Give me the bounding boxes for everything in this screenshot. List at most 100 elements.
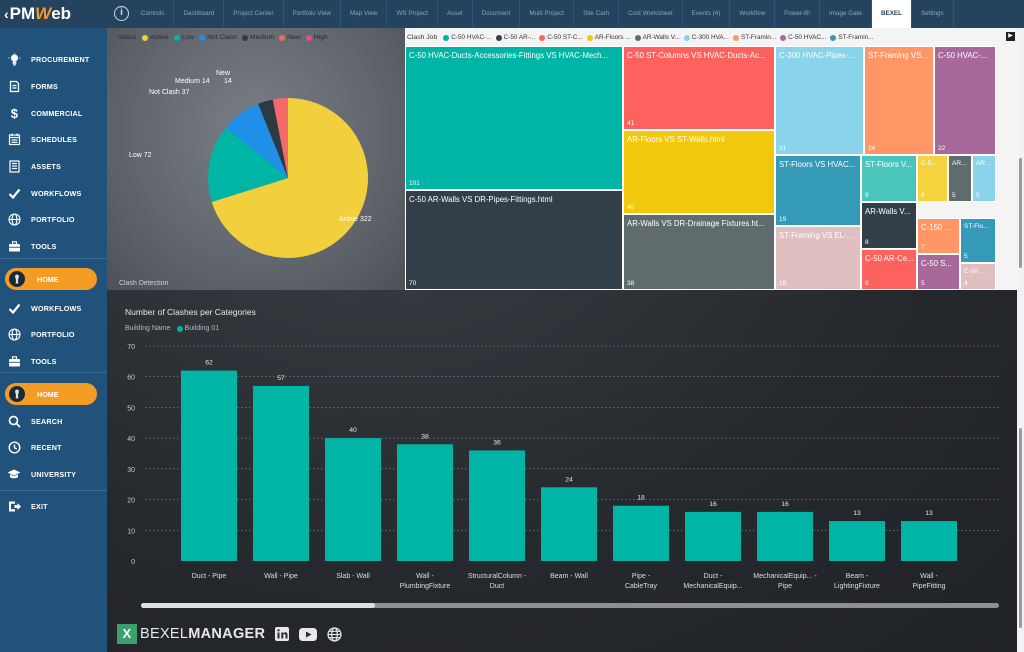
bar[interactable]: [253, 385, 309, 561]
sidebar-item-exit[interactable]: EXIT: [0, 496, 107, 516]
legend-item[interactable]: ST-Framin...: [732, 34, 776, 41]
tab-events-4-[interactable]: Events (4): [683, 0, 731, 28]
bar[interactable]: [757, 511, 813, 561]
treemap-cell[interactable]: AR... 5: [972, 155, 996, 202]
tab-asset[interactable]: Asset: [438, 0, 473, 28]
pie-data-label: Not Clash 37: [149, 89, 190, 96]
scrollbar-thumb[interactable]: [141, 603, 375, 608]
tab-ws-project[interactable]: WS Project: [387, 0, 438, 28]
sidebar: PROCUREMENT FORMS $ COMMERCIAL SCHEDULES ASSE…: [0, 28, 107, 652]
tab-bexel[interactable]: BEXEL: [871, 0, 912, 28]
treemap-cell[interactable]: C-50 S... 5: [917, 254, 960, 290]
pmweb-logo[interactable]: ‹ PM Web: [0, 0, 107, 28]
bar[interactable]: [397, 444, 453, 561]
sidebar-item-workflows[interactable]: WORKFLOWS: [0, 183, 107, 203]
vertical-scrollbar-thumb[interactable]: [1019, 158, 1022, 268]
sidebar-home-button[interactable]: HOME: [5, 383, 97, 405]
legend-item[interactable]: AR-Floors ...: [586, 34, 631, 41]
treemap-cell[interactable]: AR... 5: [948, 155, 972, 202]
tab-image-gate[interactable]: Image Gate: [820, 0, 872, 28]
graduation-cap-icon: [7, 467, 21, 481]
tab-workflow[interactable]: Workflow: [730, 0, 776, 28]
x-tick-label: MechanicalEquip... -: [753, 573, 817, 580]
treemap-cell[interactable]: C-50 HVAC-... 22: [934, 46, 996, 155]
bar-legend: Building Name Building 01: [125, 325, 224, 332]
tab-settings[interactable]: Settings: [912, 0, 954, 28]
tab-document[interactable]: Document: [473, 0, 521, 28]
sidebar-home-button[interactable]: HOME: [5, 268, 97, 290]
treemap-cell[interactable]: ST-Framing VS HV... 24: [864, 46, 934, 155]
sidebar-item-search[interactable]: SEARCH: [0, 411, 107, 431]
treemap-cell[interactable]: C-50 ST-Columns VS HVAC-Ducts-Ac... 41: [623, 46, 775, 130]
x-tick-label: Pipe -: [632, 573, 651, 580]
sidebar-item-procurement[interactable]: PROCUREMENT: [0, 49, 107, 69]
bexel-logo-mark: X: [117, 624, 137, 644]
sidebar-item-assets[interactable]: ASSETS: [0, 156, 107, 176]
linkedin-icon[interactable]: [273, 626, 291, 642]
horizontal-scrollbar[interactable]: [141, 603, 999, 608]
sidebar-item-workflows[interactable]: WORKFLOWS: [0, 298, 107, 318]
vertical-scrollbar-thumb-lower[interactable]: [1019, 428, 1022, 628]
legend-item[interactable]: C-50 HVAC...: [780, 34, 826, 41]
bar[interactable]: [541, 487, 597, 561]
tab-cost-worksheet[interactable]: Cost Worksheet: [619, 0, 683, 28]
treemap-cell[interactable]: AR-Floors VS ST-Walls.html 40: [623, 130, 775, 214]
treemap-cell[interactable]: C-300 HVAC-Pipes-... 31: [775, 46, 864, 155]
treemap-cell[interactable]: C-50 HVAC-Ducts-Accessories-Fittings VS …: [405, 46, 623, 190]
bar[interactable]: [181, 370, 237, 561]
info-icon[interactable]: i: [114, 6, 129, 21]
bar[interactable]: [613, 505, 669, 561]
tab-controls[interactable]: Controls: [132, 0, 175, 28]
treemap-cell[interactable]: AR-Walls V... 8: [861, 202, 917, 249]
legend-scroll-right-icon[interactable]: ▶: [1006, 32, 1015, 41]
bar[interactable]: [901, 521, 957, 561]
sidebar-item-recent[interactable]: RECENT: [0, 437, 107, 457]
tab-multi-project[interactable]: Multi Project: [520, 0, 575, 28]
treemap-cell[interactable]: ST-Floors VS HVAC... 19: [775, 155, 861, 226]
legend-item[interactable]: C-50 HVAC-...: [443, 34, 492, 41]
treemap-cell[interactable]: C-50 AR-Walls VS DR-Pipes-Fittings.html 7…: [405, 190, 623, 290]
tab-map-view[interactable]: Map View: [341, 0, 388, 28]
legend-item[interactable]: C-50 ST-C...: [539, 34, 583, 41]
youtube-icon[interactable]: [299, 626, 318, 642]
tab-power-bi[interactable]: Power-BI: [775, 0, 821, 28]
treemap-cell[interactable]: ST-Flo... 5: [960, 218, 996, 263]
tab-portfolio-view[interactable]: Portfolio View: [284, 0, 341, 28]
treemap-cell[interactable]: C-150 ... 7: [917, 218, 960, 254]
status-pie-chart[interactable]: [107, 28, 405, 290]
bar-legend-item[interactable]: Building 01: [176, 325, 219, 332]
sidebar-item-portfolio[interactable]: PORTFOLIO: [0, 324, 107, 344]
tab-dashboard[interactable]: Dashboard: [174, 0, 225, 28]
treemap-cell[interactable]: ST-Framing VS EL-... 18: [775, 226, 861, 290]
globe-icon[interactable]: [325, 626, 343, 642]
treemap-cell[interactable]: ST-Floors V... 9: [861, 155, 917, 202]
sidebar-item-tools[interactable]: TOOLS: [0, 351, 107, 371]
bar[interactable]: [685, 511, 741, 561]
sidebar-item-forms[interactable]: FORMS: [0, 76, 107, 96]
back-chevron-icon[interactable]: ‹: [4, 6, 9, 22]
treemap-cell[interactable]: C-50 ... 4: [960, 263, 996, 290]
treemap-cell[interactable]: C-5... 8: [917, 155, 948, 202]
sidebar-item-university[interactable]: UNIVERSITY: [0, 464, 107, 484]
bar[interactable]: [325, 438, 381, 561]
legend-item[interactable]: ST-Framin...: [830, 34, 874, 41]
tab-site-cam[interactable]: Site Cam: [574, 0, 619, 28]
sidebar-item-tools[interactable]: TOOLS: [0, 236, 107, 256]
tab-project-center[interactable]: Project Center: [224, 0, 284, 28]
treemap-cell[interactable]: AR-Walls VS DR-Drainage Fixtures.ht... 38: [623, 214, 775, 290]
bar[interactable]: [469, 450, 525, 561]
sidebar-item-schedules[interactable]: SCHEDULES: [0, 129, 107, 149]
sidebar-item-label: FORMS: [31, 81, 58, 91]
legend-item[interactable]: C-50 AR-...: [495, 34, 535, 41]
legend-item[interactable]: C-300 HVA...: [683, 34, 729, 41]
bar[interactable]: [829, 521, 885, 561]
sidebar-divider: [0, 490, 107, 491]
treemap-cell-label: ST-Framing VS HV...: [868, 51, 931, 60]
treemap-cell-value: 5: [921, 280, 925, 287]
sidebar-item-portfolio[interactable]: PORTFOLIO: [0, 209, 107, 229]
legend-item[interactable]: AR-Walls V...: [634, 34, 680, 41]
treemap-cell[interactable]: C-50 AR-Ce... 8: [861, 249, 917, 290]
vertical-scrollbar[interactable]: [1017, 28, 1024, 652]
clashes-per-category-bar-chart[interactable]: 0 10 20 30 40 50 60 70 62 Duct - Pipe 57 Wall - Pip…: [107, 336, 1017, 601]
sidebar-item-commercial[interactable]: $ COMMERCIAL: [0, 103, 107, 123]
